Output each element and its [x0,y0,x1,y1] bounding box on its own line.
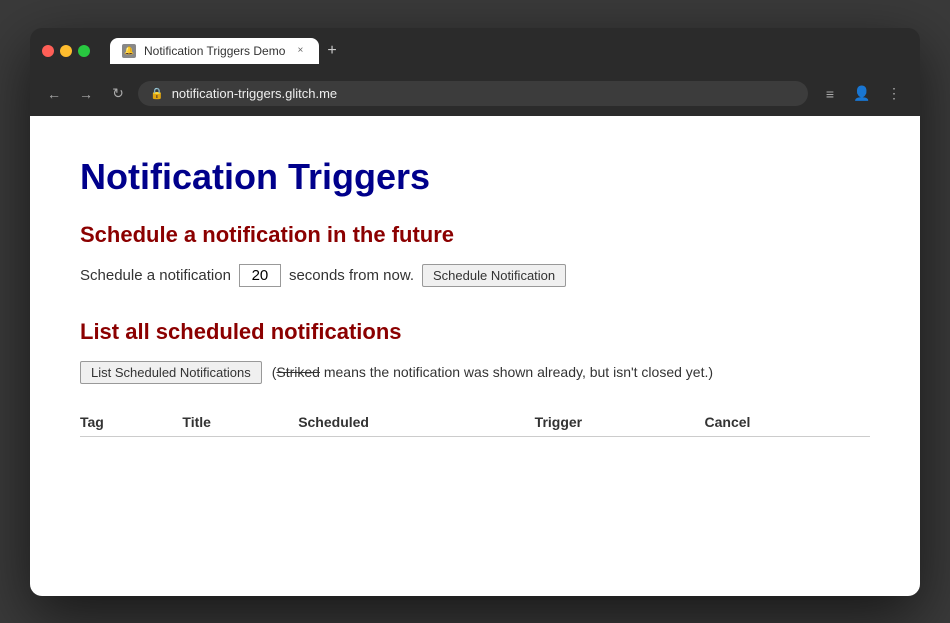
back-button[interactable]: ← [42,82,66,106]
col-cancel: Cancel [705,408,870,437]
forward-button[interactable]: → [74,82,98,106]
col-scheduled: Scheduled [298,408,534,437]
account-button[interactable]: 👤 [848,80,876,108]
traffic-lights [42,45,90,57]
url-bar[interactable]: 🔒 notification-triggers.glitch.me [138,81,808,106]
schedule-label-after: seconds from now. [289,267,414,284]
tab-title-text: Notification Triggers Demo [144,44,285,58]
close-button[interactable] [42,45,54,57]
title-bar: 🔔 Notification Triggers Demo × + [30,28,920,72]
active-tab[interactable]: 🔔 Notification Triggers Demo × [110,38,319,64]
schedule-label-before: Schedule a notification [80,267,231,284]
minimize-button[interactable] [60,45,72,57]
striked-note-post: means the notification was shown already… [320,364,713,380]
section1-title: Schedule a notification in the future [80,222,870,248]
reload-button[interactable]: ↻ [106,82,130,106]
more-options-button[interactable]: ⋮ [880,80,908,108]
list-section: List Scheduled Notifications (Striked me… [80,361,870,384]
page-title: Notification Triggers [80,156,870,198]
new-tab-button[interactable]: + [319,38,344,64]
list-row: List Scheduled Notifications (Striked me… [80,361,870,384]
maximize-button[interactable] [78,45,90,57]
striked-note: (Striked means the notification was show… [272,364,713,380]
browser-actions: ≡ 👤 ⋮ [816,80,908,108]
reading-list-button[interactable]: ≡ [816,80,844,108]
page-content: Notification Triggers Schedule a notific… [30,116,920,596]
address-bar: ← → ↻ 🔒 notification-triggers.glitch.me … [30,72,920,116]
seconds-input[interactable] [239,264,281,287]
browser-window: 🔔 Notification Triggers Demo × + ← → ↻ 🔒… [30,28,920,596]
col-tag: Tag [80,408,182,437]
list-scheduled-notifications-button[interactable]: List Scheduled Notifications [80,361,262,384]
url-text: notification-triggers.glitch.me [172,86,337,101]
table-header-row: Tag Title Scheduled Trigger Cancel [80,408,870,437]
striked-word: Striked [276,364,320,380]
tab-bar: 🔔 Notification Triggers Demo × + [110,38,908,64]
tab-close-button[interactable]: × [293,44,307,58]
col-title: Title [182,408,298,437]
lock-icon: 🔒 [150,87,164,100]
notifications-table: Tag Title Scheduled Trigger Cancel [80,408,870,437]
col-trigger: Trigger [535,408,705,437]
schedule-notification-button[interactable]: Schedule Notification [422,264,566,287]
section2-title: List all scheduled notifications [80,319,870,345]
tab-favicon-icon: 🔔 [122,44,136,58]
schedule-row: Schedule a notification seconds from now… [80,264,870,287]
